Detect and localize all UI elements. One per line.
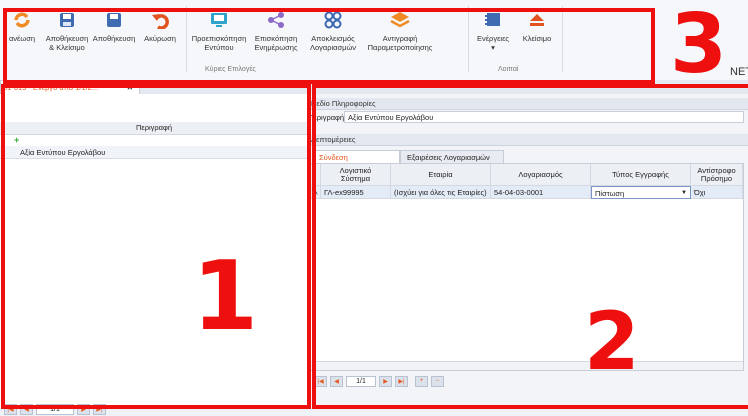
annotation-number-3: 3 [670, 0, 728, 92]
annotation-box-3 [3, 8, 655, 84]
brand-fragment: NET [730, 66, 748, 78]
annotation-number-2: 2 [584, 295, 640, 388]
annotation-number-1: 1 [192, 242, 259, 352]
annotation-box-2 [312, 84, 748, 409]
annotation-box-1 [1, 84, 311, 409]
